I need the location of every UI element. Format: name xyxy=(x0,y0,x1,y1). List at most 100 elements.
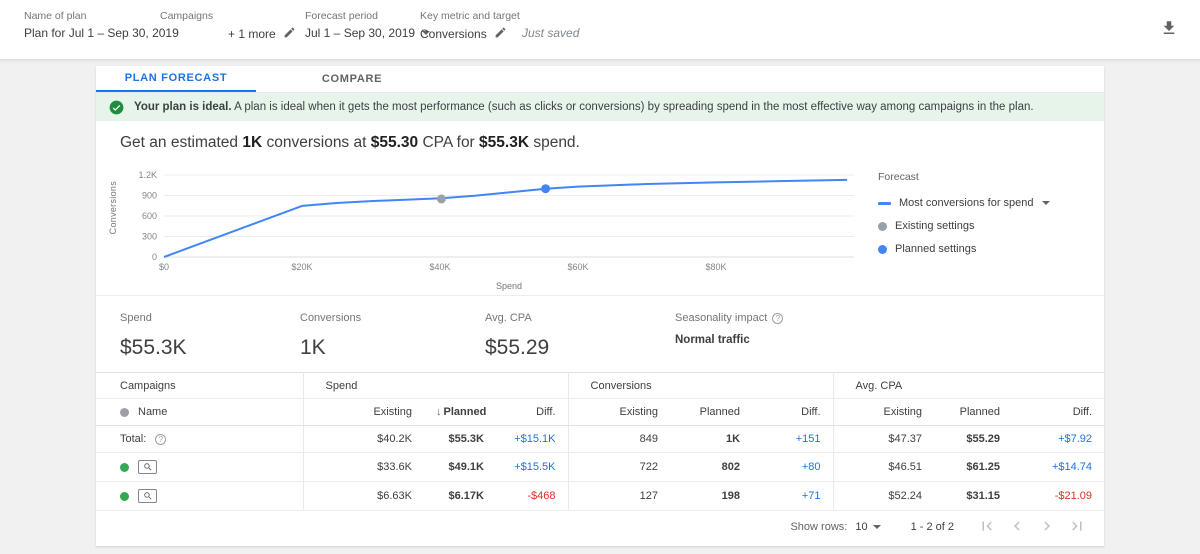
forecast-period-dropdown[interactable]: Jul 1 – Sep 30, 2019 xyxy=(305,26,431,40)
conv-planned-cell: 802 xyxy=(670,452,753,482)
table-footer: Show rows: 10 1 - 2 of 2 xyxy=(96,511,1104,546)
first-page-button[interactable] xyxy=(976,516,998,538)
chevron-down-icon xyxy=(1041,201,1050,205)
cpa-diff-cell: +$14.74 xyxy=(1012,452,1105,482)
plan-name-value: Plan for Jul 1 – Sep 30, 2019 xyxy=(24,26,179,40)
tab-compare[interactable]: COMPARE xyxy=(272,66,432,92)
tab-bar: PLAN FORECAST COMPARE xyxy=(96,66,1104,93)
last-page-button[interactable] xyxy=(1066,516,1088,538)
column-header-conv-planned[interactable]: Planned xyxy=(670,398,753,426)
headline-text: spend. xyxy=(529,134,580,151)
forecast-series-dropdown[interactable]: Most conversions for spend xyxy=(878,197,1096,209)
summary-conversions-value: 1K xyxy=(300,336,326,359)
chevron-down-icon xyxy=(872,525,881,529)
group-header-campaigns: Campaigns xyxy=(96,372,303,399)
info-icon[interactable] xyxy=(155,433,167,445)
column-header-conv-existing[interactable]: Existing xyxy=(567,398,671,426)
x-tick-label: $60K xyxy=(567,262,588,272)
campaigns-table: Campaigns Spend Conversions Avg. CPA Nam… xyxy=(96,372,1105,511)
summary-avg-cpa: Avg. CPA $55.29 xyxy=(485,312,675,360)
existing-dot-icon xyxy=(878,221,887,231)
campaign-enabled-icon xyxy=(120,462,129,472)
summary-spend-label: Spend xyxy=(120,312,152,324)
campaign-name-cell xyxy=(96,452,303,482)
summary-spend-value: $55.3K xyxy=(120,336,187,359)
spend-planned-cell[interactable]: $6.17K xyxy=(424,481,496,511)
spend-existing-cell: $6.63K xyxy=(302,481,424,511)
y-tick-label: 1.2K xyxy=(138,170,157,180)
status-dot-icon xyxy=(120,407,129,417)
x-tick-label: $80K xyxy=(705,262,726,272)
planned-settings-point[interactable] xyxy=(541,184,551,194)
key-metric-value: Conversions xyxy=(420,26,507,42)
chevron-right-icon xyxy=(1038,517,1056,538)
column-header-cpa-planned[interactable]: Planned xyxy=(934,398,1013,426)
spend-existing-cell: $33.6K xyxy=(302,452,424,482)
column-header-conv-diff[interactable]: Diff. xyxy=(752,398,834,426)
campaign-detail-button[interactable] xyxy=(138,460,157,474)
table-row: $6.63K $6.17K -$468 127 198 +71 $52.24 $… xyxy=(96,481,1105,511)
spend-planned-cell[interactable]: $49.1K xyxy=(424,452,496,482)
y-tick-label: 600 xyxy=(142,211,157,221)
headline-text: Get an estimated xyxy=(120,134,243,151)
banner-title: Your plan is ideal. xyxy=(134,101,232,113)
table-row: $33.6K $49.1K +$15.5K 722 802 +80 $46.51… xyxy=(96,452,1105,482)
cpa-planned-cell: $31.15 xyxy=(934,481,1013,511)
cpa-existing-cell: $47.37 xyxy=(832,425,935,453)
edit-campaigns-button[interactable] xyxy=(283,26,296,42)
plan-toolbar: Name of plan Plan for Jul 1 – Sep 30, 20… xyxy=(0,0,1200,60)
spend-diff-cell: +$15.1K xyxy=(496,425,569,453)
summary-conversions-label: Conversions xyxy=(300,312,362,324)
download-icon xyxy=(1160,19,1178,40)
column-header-cpa-diff[interactable]: Diff. xyxy=(1012,398,1105,426)
previous-page-button[interactable] xyxy=(1006,516,1028,538)
summary-seasonality-label: Seasonality impact xyxy=(675,312,768,324)
conv-existing-cell: 849 xyxy=(567,425,671,453)
y-tick-label: 0 xyxy=(152,252,157,262)
next-page-button[interactable] xyxy=(1036,516,1058,538)
y-axis-label-wrap: Conversions xyxy=(104,157,122,295)
campaigns-more-text: + 1 more xyxy=(228,27,276,41)
conv-existing-cell: 722 xyxy=(567,452,671,482)
last-page-icon xyxy=(1068,517,1086,538)
forecast-period-value: Jul 1 – Sep 30, 2019 xyxy=(305,26,416,40)
campaign-detail-button[interactable] xyxy=(138,489,157,503)
download-button[interactable] xyxy=(1160,19,1178,40)
main-content: PLAN FORECAST COMPARE Your plan is ideal… xyxy=(0,60,1200,554)
summary-spend: Spend $55.3K xyxy=(120,312,300,360)
row-range: 1 - 2 of 2 xyxy=(910,521,954,533)
conv-diff-cell: +71 xyxy=(752,481,834,511)
column-header-name[interactable]: Name xyxy=(96,398,303,426)
first-page-icon xyxy=(978,517,996,538)
info-icon[interactable] xyxy=(772,312,784,324)
column-header-spend-planned[interactable]: Planned xyxy=(424,398,496,426)
group-header-conversions: Conversions xyxy=(567,372,834,399)
legend-title: Forecast xyxy=(878,171,919,183)
spend-existing-cell: $40.2K xyxy=(302,425,424,453)
headline-text: conversions at xyxy=(262,134,371,151)
y-tick-label: 900 xyxy=(142,191,157,201)
campaign-name-cell xyxy=(96,481,303,511)
column-header-cpa-existing[interactable]: Existing xyxy=(832,398,935,426)
tab-plan-forecast[interactable]: PLAN FORECAST xyxy=(96,66,256,92)
summary-avg-cpa-label: Avg. CPA xyxy=(485,312,532,324)
column-header-spend-diff[interactable]: Diff. xyxy=(496,398,569,426)
chart-legend: Forecast Most conversions for spend Exis… xyxy=(878,157,1096,295)
pencil-icon xyxy=(283,26,296,42)
x-axis-label: Spend xyxy=(496,281,522,291)
edit-key-metric-button[interactable] xyxy=(494,26,507,42)
show-rows-label: Show rows: xyxy=(790,521,848,533)
headline-cpa: $55.30 xyxy=(370,134,419,151)
forecast-curve xyxy=(163,178,848,258)
headline-text: CPA for xyxy=(418,134,480,151)
banner-text: Your plan is ideal. A plan is ideal when… xyxy=(134,101,1034,113)
planned-dot-icon xyxy=(878,244,887,254)
forecast-chart: 0 300 600 900 1.2K $0 $20K $40K $60K $80K Spend xyxy=(138,170,854,291)
existing-settings-point xyxy=(436,194,446,204)
spend-diff-cell: +$15.5K xyxy=(496,452,569,482)
show-rows-select[interactable]: 10 xyxy=(855,521,881,533)
check-circle-icon xyxy=(109,100,124,115)
column-header-spend-existing[interactable]: Existing xyxy=(302,398,424,426)
summary-strip: Spend $55.3K Conversions 1K Avg. CPA $55… xyxy=(96,295,1104,372)
pencil-icon xyxy=(494,26,507,42)
